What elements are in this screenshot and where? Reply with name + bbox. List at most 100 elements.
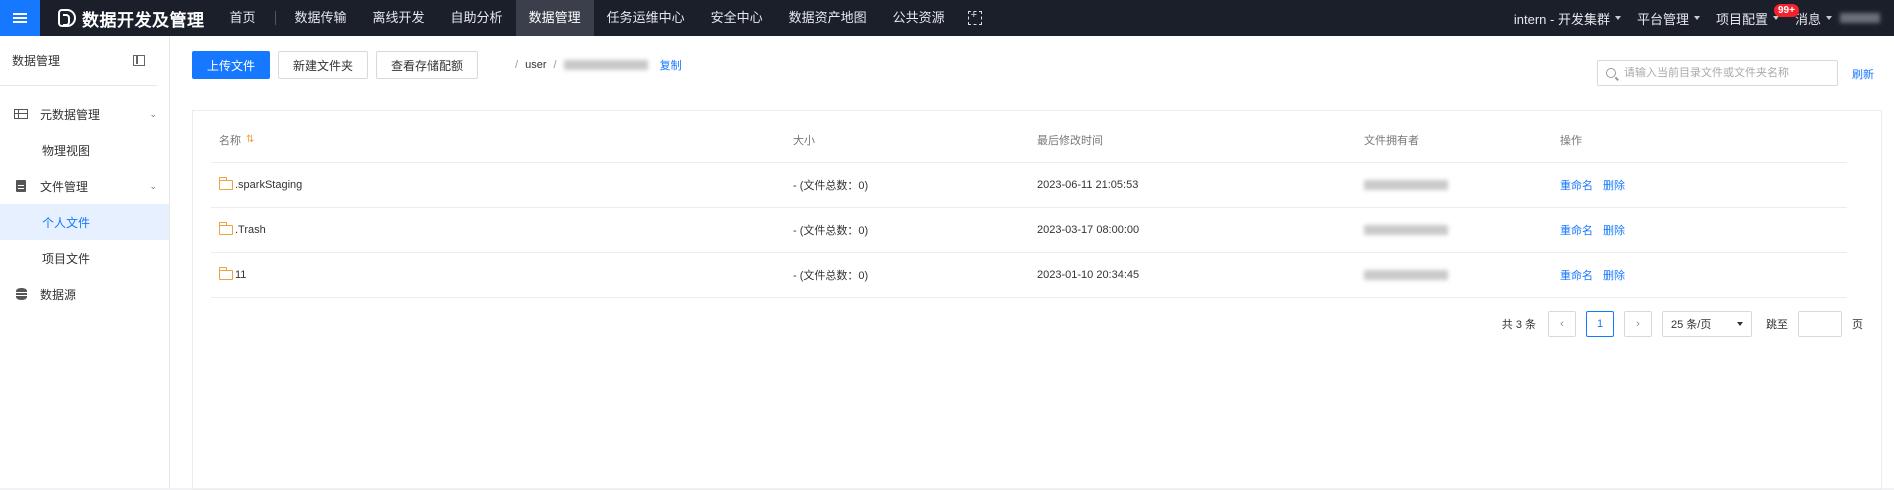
upload-file-button[interactable]: 上传文件: [192, 51, 271, 79]
nav-item-offline-dev[interactable]: 离线开发: [360, 0, 438, 36]
nav-divider: [274, 11, 276, 25]
column-header-name[interactable]: 名称 ⇅: [211, 132, 785, 148]
fullscreen-icon[interactable]: [967, 9, 982, 25]
sidebar-item-label: 文件管理: [40, 179, 89, 194]
sidebar-item-physical-view[interactable]: 物理视图: [0, 132, 169, 168]
nav-item-asset-map[interactable]: 数据资产地图: [776, 0, 880, 36]
breadcrumb: / user / 复制: [508, 57, 682, 73]
table-row: .Trash - (文件总数：0) 2023-03-17 08:00:00 重命…: [211, 208, 1847, 253]
new-folder-button[interactable]: 新建文件夹: [278, 51, 369, 79]
next-page-button[interactable]: ›: [1624, 311, 1652, 337]
nav-item-data-management[interactable]: 数据管理: [515, 0, 594, 36]
column-header-modified-time: 最后修改时间: [1037, 134, 1103, 147]
nav-item-data-transfer[interactable]: 数据传输: [282, 0, 360, 36]
sidebar-item-label: 物理视图: [42, 143, 91, 158]
file-name-cell[interactable]: .Trash: [211, 222, 785, 236]
page-number-button[interactable]: 1: [1586, 311, 1614, 337]
nav-item-home[interactable]: 首页: [217, 0, 269, 36]
menu-toggle-button[interactable]: [0, 0, 40, 36]
sort-icon[interactable]: ⇅: [246, 134, 254, 145]
search-input[interactable]: [1624, 67, 1824, 79]
column-header-label: 名称: [219, 134, 241, 147]
file-name[interactable]: 11: [235, 269, 246, 281]
brand-logo-icon: [58, 9, 76, 27]
prev-page-button[interactable]: ‹: [1548, 311, 1576, 337]
file-list-card: 名称 ⇅ 大小 最后修改时间 文件拥有者 操作 .sparkStaging - …: [192, 110, 1882, 490]
chevron-down-icon: ⌄: [149, 180, 157, 191]
file-name-cell[interactable]: 11: [211, 267, 785, 281]
sidebar-title: 数据管理: [12, 54, 61, 68]
folder-icon: [218, 267, 233, 280]
file-toolbar: 上传文件 新建文件夹 查看存储配额 / user / 复制: [192, 51, 682, 79]
avatar[interactable]: [1840, 13, 1880, 23]
file-name[interactable]: .Trash: [235, 224, 266, 236]
hamburger-icon: [13, 11, 27, 25]
project-config-menu[interactable]: 项目配置: [1716, 9, 1779, 28]
file-size: - (文件总数：0): [793, 225, 869, 237]
chevron-down-icon: [1826, 16, 1832, 20]
row-actions: 重命名 删除: [1552, 222, 1832, 238]
file-owner-redacted: [1356, 180, 1552, 190]
sidebar-header: 数据管理: [0, 36, 157, 86]
search-box[interactable]: [1597, 60, 1838, 86]
platform-admin-menu[interactable]: 平台管理: [1637, 9, 1700, 28]
row-actions: 重命名 删除: [1552, 267, 1832, 283]
table-row: 11 - (文件总数：0) 2023-01-10 20:34:45 重命名 删除: [211, 253, 1847, 298]
jump-label: 跳至: [1766, 319, 1788, 331]
path-root[interactable]: user: [525, 59, 546, 71]
sidebar-item-data-source[interactable]: 数据源: [0, 276, 169, 312]
nav-item-security[interactable]: 安全中心: [698, 0, 776, 36]
brand[interactable]: 数据开发及管理: [40, 0, 213, 36]
message-count-badge: 99+: [1774, 4, 1799, 17]
file-name[interactable]: .sparkStaging: [235, 179, 302, 191]
refresh-link[interactable]: 刷新: [1852, 66, 1874, 82]
rename-link[interactable]: 重命名: [1560, 177, 1593, 193]
nav-item-self-service-analysis[interactable]: 自助分析: [438, 0, 516, 36]
nav-item-task-ops[interactable]: 任务运维中心: [594, 0, 698, 36]
search-icon: [1606, 68, 1616, 78]
column-header-actions: 操作: [1560, 134, 1582, 147]
rename-link[interactable]: 重命名: [1560, 267, 1593, 283]
table-icon: [14, 109, 28, 119]
sidebar-item-label: 元数据管理: [40, 107, 101, 122]
project-config-label: 项目配置: [1715, 11, 1768, 27]
path-separator: /: [553, 59, 557, 71]
page-size-select[interactable]: 25 条/页: [1662, 311, 1752, 337]
platform-admin-label: 平台管理: [1636, 11, 1689, 27]
file-name-cell[interactable]: .sparkStaging: [211, 177, 785, 191]
main-content: 上传文件 新建文件夹 查看存储配额 / user / 复制 刷新 名称 ⇅ 大小…: [170, 36, 1894, 490]
top-navigation-bar: 数据开发及管理 首页 数据传输 离线开发 自助分析 数据管理 任务运维中心 安全…: [0, 0, 1894, 36]
path-separator: /: [515, 59, 519, 71]
messages-menu[interactable]: 消息: [1795, 9, 1832, 28]
top-right-menu: intern - 开发集群 平台管理 项目配置 消息: [1498, 0, 1894, 36]
database-icon: [15, 288, 27, 300]
delete-link[interactable]: 删除: [1603, 222, 1625, 238]
jump-page-input[interactable]: [1798, 311, 1842, 337]
pagination: 共 3 条 ‹ 1 › 25 条/页 跳至 页: [1502, 311, 1863, 337]
sidebar-item-personal-files[interactable]: 个人文件: [0, 204, 169, 240]
delete-link[interactable]: 删除: [1603, 267, 1625, 283]
rename-link[interactable]: 重命名: [1560, 222, 1593, 238]
file-modified-time: 2023-03-17 08:00:00: [1037, 224, 1140, 236]
folder-icon: [218, 222, 233, 235]
chevron-right-icon: ›: [1636, 318, 1640, 330]
chevron-down-icon: [1614, 16, 1621, 20]
sidebar-collapse-icon[interactable]: [133, 55, 145, 66]
brand-title: 数据开发及管理: [82, 10, 205, 30]
table-header: 名称 ⇅ 大小 最后修改时间 文件拥有者 操作: [211, 111, 1847, 163]
view-storage-quota-button[interactable]: 查看存储配额: [376, 51, 479, 79]
copy-path-link[interactable]: 复制: [660, 57, 682, 73]
sidebar-item-metadata[interactable]: 元数据管理 ⌄: [0, 96, 169, 132]
pagination-total: 共 3 条: [1501, 319, 1536, 331]
cluster-selector[interactable]: intern - 开发集群: [1514, 9, 1621, 28]
file-size: - (文件总数：0): [793, 270, 869, 282]
sidebar-item-label: 个人文件: [42, 215, 91, 230]
file-table: 名称 ⇅ 大小 最后修改时间 文件拥有者 操作 .sparkStaging - …: [211, 111, 1847, 298]
nav-item-public-resources[interactable]: 公共资源: [880, 0, 958, 36]
column-header-size: 大小: [793, 134, 815, 147]
sidebar-item-file-management[interactable]: 文件管理 ⌄: [0, 168, 169, 204]
page-unit-label: 页: [1852, 319, 1863, 331]
sidebar-item-project-files[interactable]: 项目文件: [0, 240, 169, 276]
delete-link[interactable]: 删除: [1603, 177, 1625, 193]
chevron-left-icon: ‹: [1560, 318, 1564, 330]
